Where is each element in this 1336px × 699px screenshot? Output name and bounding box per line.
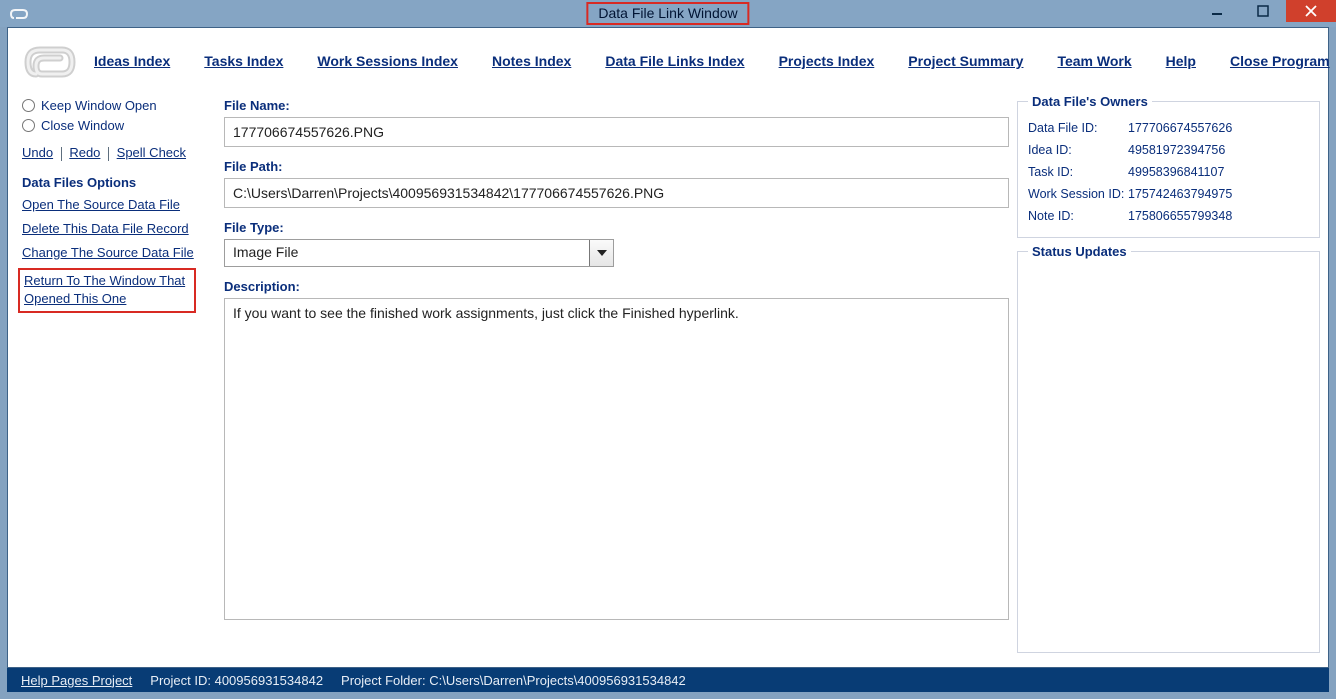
menu-notes-index[interactable]: Notes Index <box>492 53 571 69</box>
owner-task-id-key: Task ID: <box>1028 161 1128 183</box>
chevron-down-icon[interactable] <box>589 240 613 266</box>
file-type-label: File Type: <box>224 220 1009 235</box>
file-path-input[interactable] <box>224 178 1009 208</box>
paperclip-logo-icon <box>24 38 76 84</box>
file-name-input[interactable] <box>224 117 1009 147</box>
menu-datafile-links[interactable]: Data File Links Index <box>605 53 744 69</box>
minimize-button[interactable] <box>1194 0 1240 22</box>
spell-check-link[interactable]: Spell Check <box>117 145 186 160</box>
file-name-label: File Name: <box>224 98 1009 113</box>
owner-work-session-id-key: Work Session ID: <box>1028 183 1128 205</box>
help-pages-project-link[interactable]: Help Pages Project <box>21 673 132 688</box>
open-source-data-file-link[interactable]: Open The Source Data File <box>22 196 212 214</box>
window-title-box: Data File Link Window <box>586 2 749 25</box>
status-project-id-label: Project ID: <box>150 673 211 688</box>
owner-idea-id-val: 49581972394756 <box>1128 139 1225 161</box>
owner-idea-id-row: Idea ID: 49581972394756 <box>1028 139 1309 161</box>
delete-data-file-record-link[interactable]: Delete This Data File Record <box>22 220 212 238</box>
undo-link[interactable]: Undo <box>22 145 53 160</box>
center-pane: File Name: File Path: File Type: Image F… <box>220 94 1013 659</box>
status-project-folder-label: Project Folder: <box>341 673 426 688</box>
owner-work-session-id-val: 175742463794975 <box>1128 183 1232 205</box>
window-title: Data File Link Window <box>598 5 737 21</box>
owner-note-id-row: Note ID: 175806655799348 <box>1028 205 1309 227</box>
left-pane: Keep Window Open Close Window Undo Redo … <box>16 94 216 659</box>
status-project-id-value: 400956931534842 <box>215 673 323 688</box>
menu-team-work[interactable]: Team Work <box>1057 53 1131 69</box>
keep-window-open-radio[interactable]: Keep Window Open <box>22 98 212 113</box>
owner-note-id-val: 175806655799348 <box>1128 205 1232 227</box>
redo-link[interactable]: Redo <box>69 145 100 160</box>
owners-legend: Data File's Owners <box>1028 94 1152 109</box>
owner-data-file-id-row: Data File ID: 177706674557626 <box>1028 117 1309 139</box>
menu-ideas-index[interactable]: Ideas Index <box>94 53 170 69</box>
description-textarea[interactable] <box>224 298 1009 620</box>
app-icon <box>10 7 28 21</box>
statusbar: Help Pages Project Project ID: 400956931… <box>7 668 1329 692</box>
return-link-line1: Return To The Window That <box>24 273 185 288</box>
right-pane: Data File's Owners Data File ID: 1777066… <box>1017 94 1320 659</box>
window-controls <box>1194 0 1336 24</box>
owner-data-file-id-key: Data File ID: <box>1028 117 1128 139</box>
status-updates-group: Status Updates <box>1017 244 1320 653</box>
close-window-input[interactable] <box>22 119 35 132</box>
status-project-id: Project ID: 400956931534842 <box>150 673 323 688</box>
owner-task-id-val: 49958396841107 <box>1128 161 1224 183</box>
change-source-data-file-link[interactable]: Change The Source Data File <box>22 244 212 262</box>
menu-help[interactable]: Help <box>1166 53 1196 69</box>
return-to-window-link[interactable]: Return To The Window That Opened This On… <box>24 272 190 308</box>
keep-window-open-input[interactable] <box>22 99 35 112</box>
file-path-label: File Path: <box>224 159 1009 174</box>
description-label: Description: <box>224 279 1009 294</box>
status-project-folder: Project Folder: C:\Users\Darren\Projects… <box>341 673 686 688</box>
status-updates-legend: Status Updates <box>1028 244 1131 259</box>
keep-window-open-label: Keep Window Open <box>41 98 157 113</box>
menu-project-summary[interactable]: Project Summary <box>908 53 1023 69</box>
separator-icon <box>108 147 109 161</box>
client-area: Ideas Index Tasks Index Work Sessions In… <box>7 27 1329 668</box>
status-project-folder-value: C:\Users\Darren\Projects\400956931534842 <box>429 673 686 688</box>
titlebar: Data File Link Window <box>0 0 1336 27</box>
owner-note-id-key: Note ID: <box>1028 205 1128 227</box>
owner-task-id-row: Task ID: 49958396841107 <box>1028 161 1309 183</box>
menubar: Ideas Index Tasks Index Work Sessions In… <box>8 28 1328 94</box>
data-files-options-heading: Data Files Options <box>22 175 212 190</box>
file-type-value: Image File <box>225 240 589 266</box>
menu-tasks-index[interactable]: Tasks Index <box>204 53 283 69</box>
menu-close-program[interactable]: Close Program <box>1230 53 1330 69</box>
file-type-select[interactable]: Image File <box>224 239 614 267</box>
menu-work-sessions[interactable]: Work Sessions Index <box>317 53 458 69</box>
data-file-owners-group: Data File's Owners Data File ID: 1777066… <box>1017 94 1320 238</box>
close-window-radio[interactable]: Close Window <box>22 118 212 133</box>
separator-icon <box>61 147 62 161</box>
close-button[interactable] <box>1286 0 1336 22</box>
owner-idea-id-key: Idea ID: <box>1028 139 1128 161</box>
menu-projects-index[interactable]: Projects Index <box>779 53 875 69</box>
return-link-line2: Opened This One <box>24 291 126 306</box>
return-link-highlight-box: Return To The Window That Opened This On… <box>18 268 196 313</box>
close-window-label: Close Window <box>41 118 124 133</box>
status-updates-empty <box>1028 267 1309 642</box>
owner-work-session-id-row: Work Session ID: 175742463794975 <box>1028 183 1309 205</box>
maximize-button[interactable] <box>1240 0 1286 22</box>
owner-data-file-id-val: 177706674557626 <box>1128 117 1232 139</box>
